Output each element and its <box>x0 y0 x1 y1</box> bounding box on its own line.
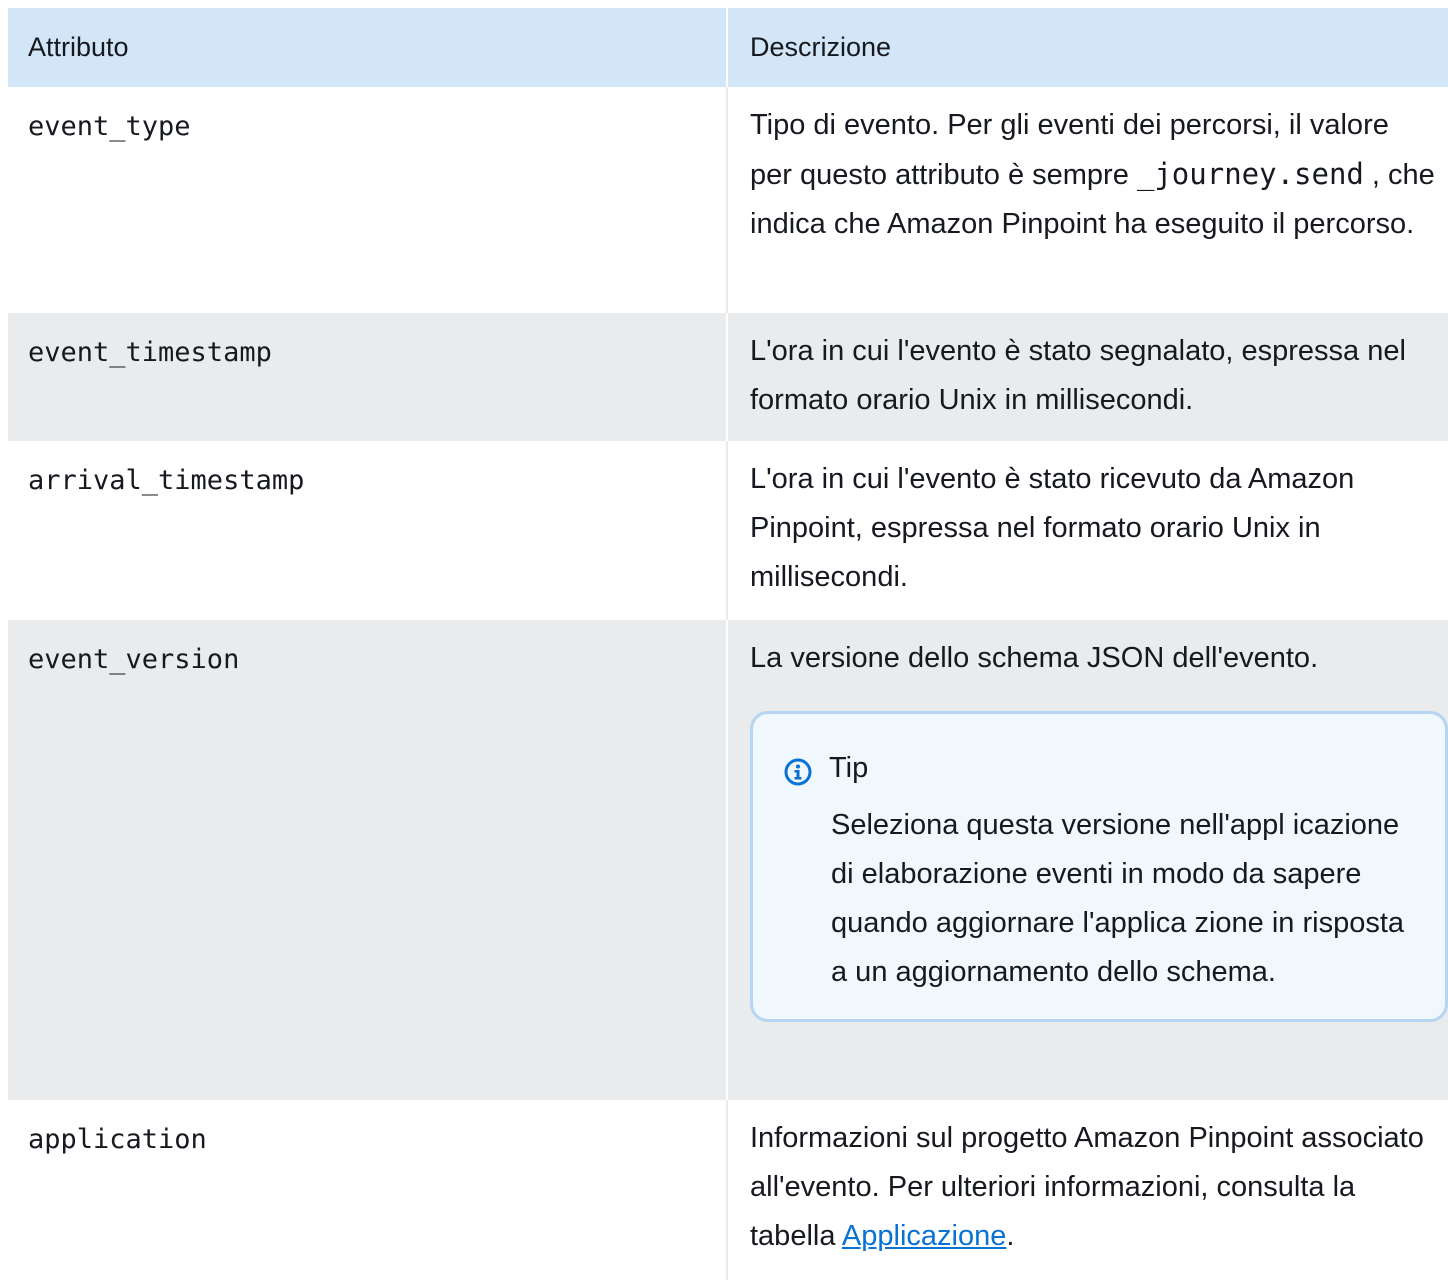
applicazione-link[interactable]: Applicazione <box>842 1220 1006 1252</box>
attribute-description: Informazioni sul progetto Amazon Pinpoin… <box>726 1100 1448 1280</box>
attribute-description: L'ora in cui l'evento è stato ricevuto d… <box>726 441 1448 620</box>
attribute-name: event_version <box>28 644 240 675</box>
attribute-name: arrival_timestamp <box>28 465 305 496</box>
table-row: application Informazioni sul progetto Am… <box>8 1100 1448 1280</box>
description-text: La versione dello schema JSON dell'event… <box>750 642 1319 674</box>
table-row: event_timestamp L'ora in cui l'evento è … <box>8 313 1448 441</box>
attribute-description: La versione dello schema JSON dell'event… <box>726 620 1448 1100</box>
attributes-table: Attributo Descrizione event_type Tipo di… <box>8 8 1448 1280</box>
tip-body: Seleziona questa versione nell'appl icaz… <box>831 809 1405 988</box>
tip-header: Tip <box>783 744 1413 793</box>
header-description: Descrizione <box>726 8 1448 87</box>
info-icon <box>783 754 813 785</box>
attribute-name: application <box>28 1124 207 1155</box>
header-attribute: Attributo <box>28 32 129 62</box>
attribute-name: event_timestamp <box>28 337 272 368</box>
tip-callout: Tip Seleziona questa versione nell'appl … <box>750 711 1448 1022</box>
attribute-name: event_type <box>28 111 191 142</box>
table-row: arrival_timestamp L'ora in cui l'evento … <box>8 441 1448 620</box>
attribute-description: L'ora in cui l'evento è stato segnalato,… <box>726 313 1448 441</box>
description-text: . <box>1006 1220 1015 1252</box>
tip-title: Tip <box>829 752 869 784</box>
table-row: event_type Tipo di evento. Per gli event… <box>8 87 1448 313</box>
code-value: _journey.send <box>1136 157 1364 191</box>
table-row: event_version La versione dello schema J… <box>8 620 1448 1100</box>
attribute-description: Tipo di evento. Per gli eventi dei perco… <box>726 87 1448 313</box>
table-header: Attributo Descrizione <box>8 8 1448 87</box>
